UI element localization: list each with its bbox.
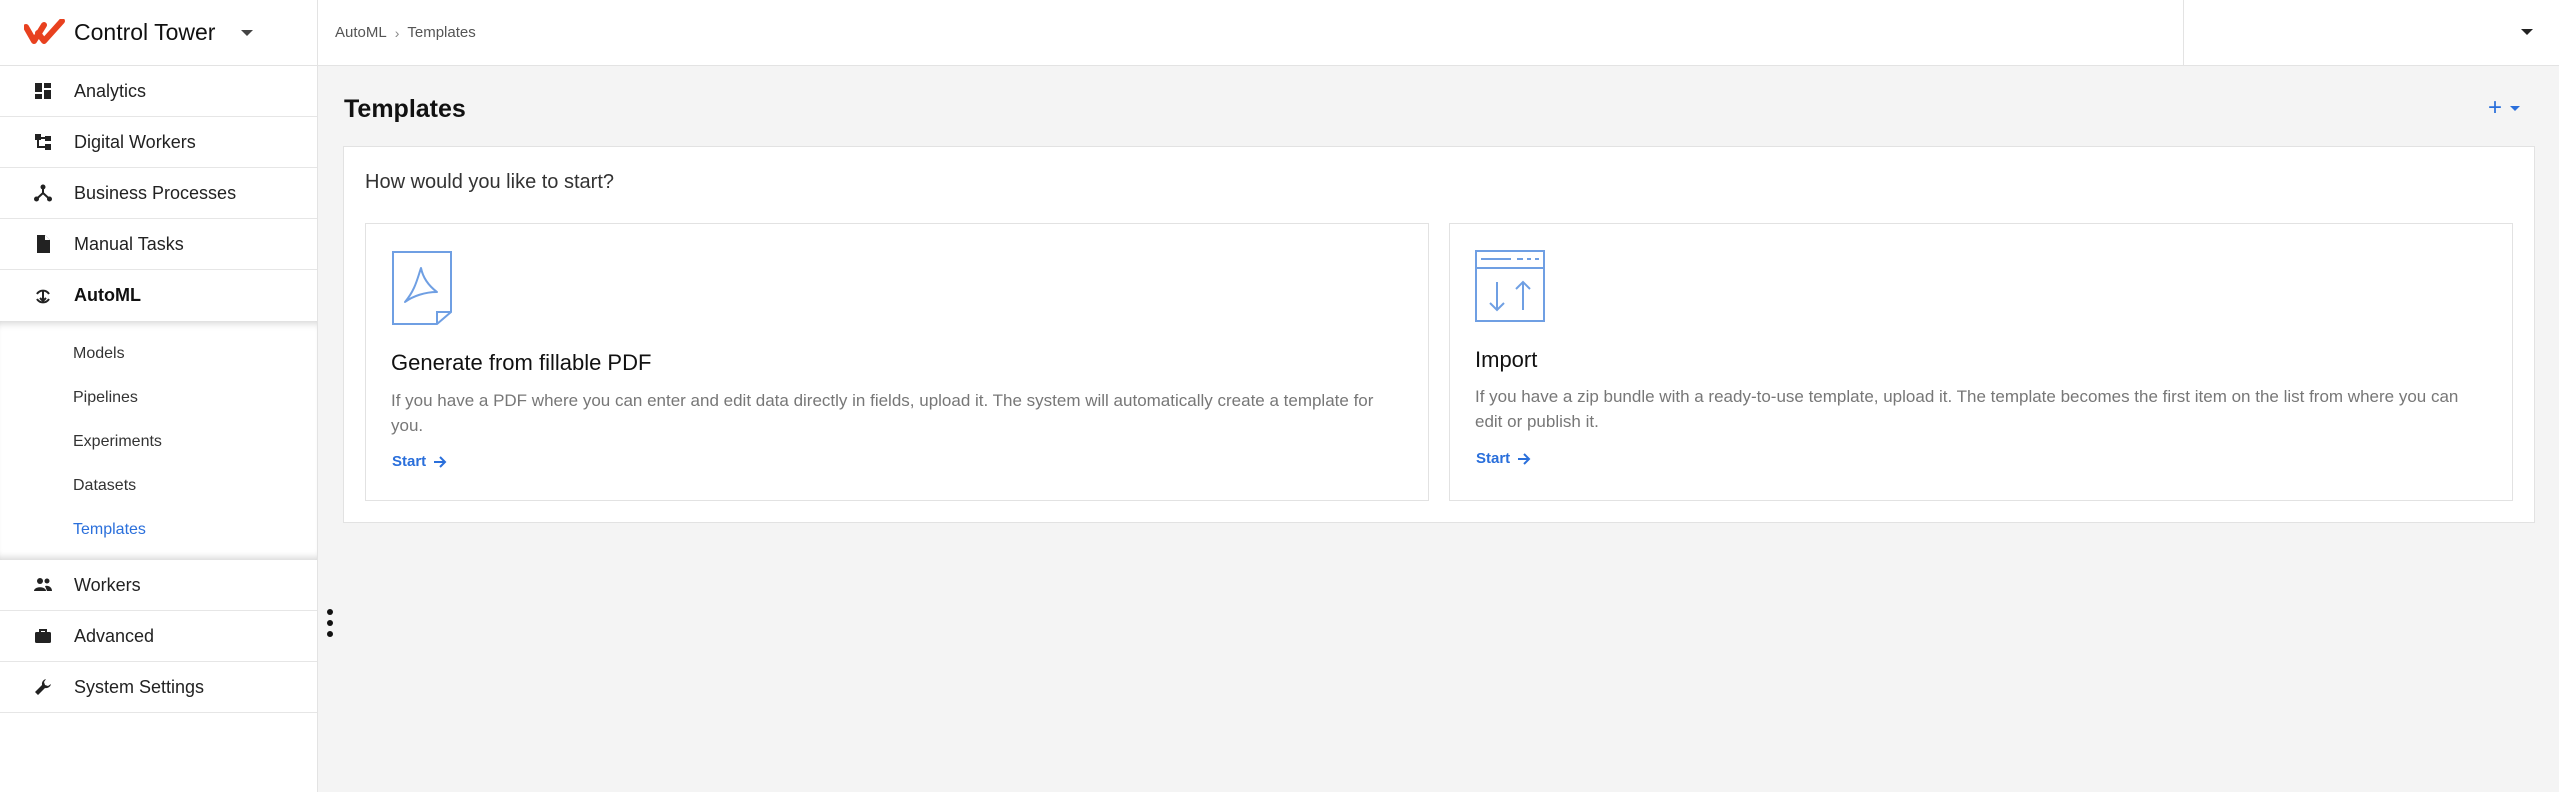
sidebar-item-label: AutoML [74, 285, 141, 305]
document-icon [33, 234, 53, 254]
card-title: Generate from fillable PDF [391, 350, 652, 375]
chevron-down-icon [2510, 105, 2521, 111]
sidebar-item-manual-tasks[interactable]: Manual Tasks [0, 219, 317, 270]
subnav-item-models[interactable]: Models [0, 332, 317, 376]
start-link-label: Start [1476, 450, 1511, 467]
card-description: If you have a zip bundle with a ready-to… [1475, 387, 2459, 431]
sidebar: Control Tower Analytics Digital Workers … [0, 0, 318, 792]
breadcrumb-parent[interactable]: AutoML [335, 24, 387, 41]
card-title: Import [1475, 347, 1538, 372]
brand-header[interactable]: Control Tower [0, 0, 317, 66]
sidebar-item-business-processes[interactable]: Business Processes [0, 168, 317, 219]
arrow-right-icon [1518, 452, 1531, 465]
top-bar: AutoML › Templates [318, 0, 2559, 66]
sidebar-item-label: Advanced [74, 625, 155, 646]
hierarchy-icon [33, 132, 53, 152]
breadcrumb: AutoML › Templates [318, 24, 476, 41]
sidebar-resize-handle[interactable] [326, 609, 334, 637]
sidebar-item-analytics[interactable]: Analytics [0, 66, 317, 117]
chevron-right-icon: › [394, 24, 400, 41]
sidebar-item-label: Digital Workers [74, 131, 196, 152]
wrench-icon [33, 677, 53, 697]
sidebar-item-label: Workers [74, 574, 141, 595]
card-description: If you have a PDF where you can enter an… [391, 391, 1374, 435]
sidebar-item-system-settings[interactable]: System Settings [0, 662, 317, 713]
start-link-import[interactable]: Start [1476, 450, 1531, 467]
dot [327, 631, 333, 637]
subnav-item-experiments[interactable]: Experiments [0, 420, 317, 464]
start-link-label: Start [392, 453, 427, 470]
brand-title: Control Tower [74, 19, 216, 45]
user-menu[interactable] [2183, 0, 2559, 65]
card-import[interactable]: Import If you have a zip bundle with a r… [1449, 223, 2513, 501]
sidebar-item-label: Analytics [74, 80, 147, 101]
dot [327, 620, 333, 626]
breadcrumb-current: Templates [407, 24, 476, 41]
automl-icon [33, 286, 53, 306]
subnav-item-datasets[interactable]: Datasets [0, 464, 317, 508]
start-link-pdf[interactable]: Start [392, 453, 447, 470]
import-icon [1475, 250, 1545, 322]
chevron-down-icon[interactable] [2521, 29, 2533, 35]
sidebar-item-label: Manual Tasks [74, 233, 184, 254]
people-icon [33, 575, 53, 595]
start-options-panel: How would you like to start? Generate fr… [343, 146, 2535, 523]
briefcase-icon [33, 626, 53, 646]
sidebar-item-label: System Settings [74, 676, 205, 697]
control-tower-logo-icon [24, 18, 65, 44]
dot [327, 609, 333, 615]
sidebar-item-advanced[interactable]: Advanced [0, 611, 317, 662]
chevron-down-icon[interactable] [241, 29, 254, 36]
page-title: Templates [344, 95, 466, 123]
add-template-button[interactable]: + [2488, 94, 2521, 122]
subnav-item-templates[interactable]: Templates [0, 508, 317, 552]
card-generate-from-pdf[interactable]: Generate from fillable PDF If you have a… [365, 223, 1429, 501]
process-icon [33, 183, 53, 203]
pdf-file-icon [392, 251, 452, 325]
plus-icon: + [2488, 94, 2503, 121]
automl-subnav: Models Pipelines Experiments Datasets Te… [0, 321, 317, 560]
sidebar-item-workers[interactable]: Workers [0, 560, 317, 611]
arrow-right-icon [434, 455, 447, 468]
start-question: How would you like to start? [365, 171, 615, 193]
sidebar-item-digital-workers[interactable]: Digital Workers [0, 117, 317, 168]
sidebar-item-label: Business Processes [74, 182, 237, 203]
subnav-item-pipelines[interactable]: Pipelines [0, 376, 317, 420]
dashboard-icon [33, 81, 53, 101]
sidebar-item-automl[interactable]: AutoML [0, 270, 317, 321]
